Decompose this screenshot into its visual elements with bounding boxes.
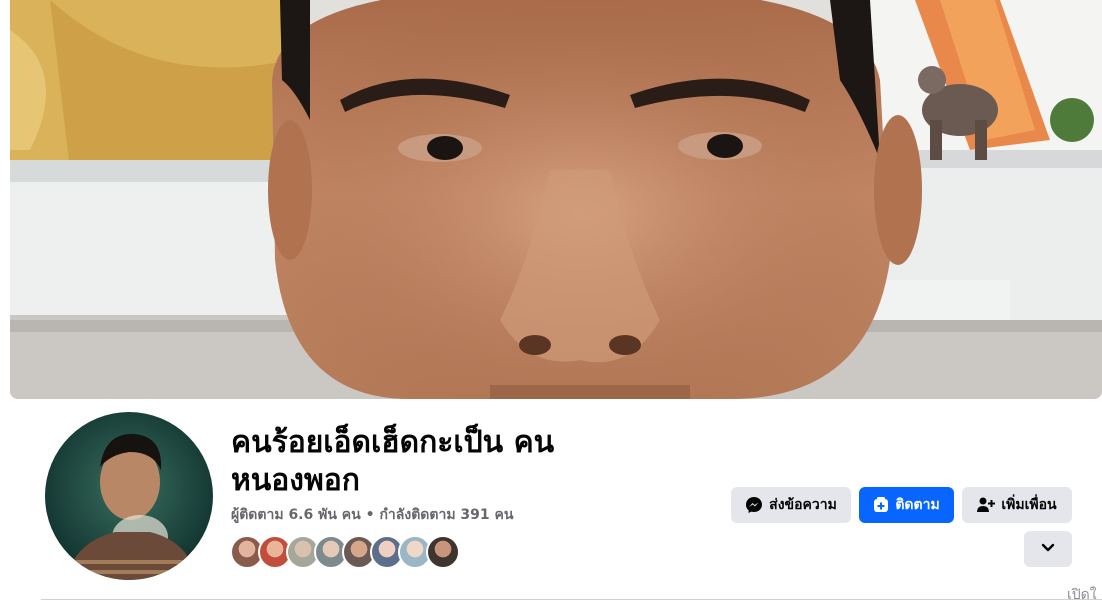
- profile-divider: [41, 599, 1102, 600]
- profile-avatar-frame: [42, 409, 216, 583]
- add-friend-button[interactable]: เพิ่มเพื่อน: [962, 487, 1072, 523]
- message-button-label: ส่งข้อความ: [769, 497, 837, 513]
- message-button[interactable]: ส่งข้อความ: [731, 487, 851, 523]
- profile-avatar[interactable]: [45, 412, 213, 580]
- friend-avatar[interactable]: [426, 535, 460, 569]
- add-friend-button-label: เพิ่มเพื่อน: [1001, 497, 1057, 513]
- messenger-icon: [745, 496, 763, 514]
- add-friend-icon: [977, 497, 996, 513]
- stats-separator: •: [365, 507, 375, 523]
- chevron-down-icon: [1041, 540, 1055, 558]
- following-count[interactable]: กำลังติดตาม 391 คน: [379, 507, 513, 523]
- profile-stats: ผู้ติดตาม 6.6 พัน คน • กำลังติดตาม 391 ค…: [231, 504, 513, 526]
- follow-button-label: ติดตาม: [895, 497, 940, 513]
- follow-plus-icon: [873, 497, 889, 513]
- more-options-button[interactable]: [1024, 531, 1072, 567]
- follow-button[interactable]: ติดตาม: [859, 487, 954, 523]
- followers-count[interactable]: ผู้ติดตาม 6.6 พัน คน: [231, 507, 361, 523]
- cover-photo[interactable]: [10, 0, 1102, 399]
- profile-name: คนร้อยเอ็ดเฮ็ดกะเป็น คน หนองพอก: [231, 425, 555, 498]
- truncated-tab-label[interactable]: เปิดใ: [1067, 584, 1097, 606]
